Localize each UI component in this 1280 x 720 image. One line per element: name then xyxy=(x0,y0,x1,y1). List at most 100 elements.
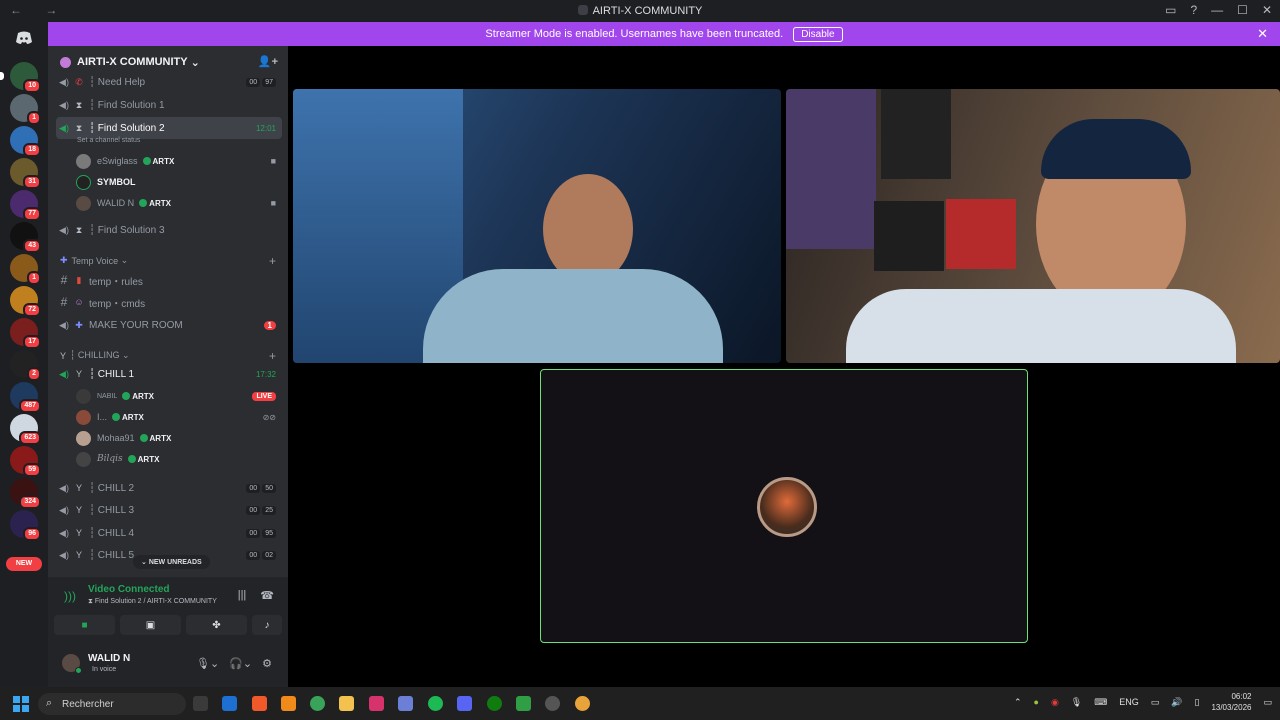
server-icon[interactable]: 1 xyxy=(10,94,41,125)
server-icon[interactable]: 487 xyxy=(10,382,41,413)
help-icon[interactable]: ? xyxy=(1190,3,1197,17)
server-icon[interactable]: 623 xyxy=(10,414,41,445)
channel-need-help[interactable]: ◀) ✆ ┆ Need Help 00 97 xyxy=(56,72,282,92)
discord-home-icon[interactable] xyxy=(10,26,38,50)
voice-user[interactable]: Mohaa91 ARTX xyxy=(76,428,282,448)
chrome-icon[interactable] xyxy=(310,696,325,711)
new-unreads-button[interactable]: ⌄ NEW UNREADS xyxy=(133,555,210,569)
cocktail-icon: Y xyxy=(75,550,82,560)
channel-temp-rules[interactable]: # ▮ temp・rules xyxy=(56,270,282,290)
voice-user[interactable]: SYMBOL xyxy=(76,172,282,192)
voice-user[interactable]: eSwiglass ARTX ■ xyxy=(76,151,282,171)
tray-app-icon[interactable]: ◉ xyxy=(1051,697,1059,708)
channel-name: ┆ CHILL 3 xyxy=(89,504,135,516)
channel-find-solution-1[interactable]: ◀) ⧗ ┆ Find Solution 1 xyxy=(56,95,282,115)
task-view-icon[interactable] xyxy=(193,696,208,711)
battery-icon[interactable]: ▯ xyxy=(1194,697,1199,708)
settings-icon[interactable]: ⚙ xyxy=(262,657,272,670)
user-name: Mohaa91 xyxy=(97,433,135,443)
invite-icon[interactable]: 👤+ xyxy=(258,55,278,68)
new-pill[interactable]: NEW xyxy=(6,557,42,571)
title-bar: ← → AIRTI-X COMMUNITY ▭ ? — ☐ ✕ xyxy=(0,0,1280,22)
server-icon[interactable]: 10 xyxy=(0,62,41,93)
add-channel-icon[interactable]: + xyxy=(269,349,276,363)
chevron-up-icon[interactable]: ⌃ xyxy=(1014,697,1022,708)
maximize-button[interactable]: ☐ xyxy=(1237,3,1248,17)
camera-button[interactable]: ■ xyxy=(54,615,115,635)
screen-share-button[interactable]: ▣ xyxy=(120,615,181,635)
store-icon[interactable] xyxy=(398,696,413,711)
video-tile[interactable] xyxy=(786,89,1280,363)
server-icon[interactable]: 77 xyxy=(10,190,41,221)
tray-app-icon[interactable]: ● xyxy=(1034,697,1039,707)
channel-chill-2[interactable]: ◀) Y ┆ CHILL 2 00 50 xyxy=(56,478,282,498)
category-temp-voice[interactable]: ✚ Temp Voice ⌄ + xyxy=(60,254,276,268)
volume-icon[interactable]: 🔊 xyxy=(1171,697,1182,708)
camera-icon: ■ xyxy=(270,198,276,208)
channel-find-solution-3[interactable]: ◀) ⧗ ┆ Find Solution 3 xyxy=(56,220,282,240)
voice-panel: ))) Video Connected ⧗ Find Solution 2 / … xyxy=(48,577,288,641)
voice-user[interactable]: Bilqis ARTX xyxy=(76,449,282,469)
category-chilling[interactable]: Y ┆ CHILLING ⌄ + xyxy=(60,349,276,363)
channel-chill-1[interactable]: ◀) Y ┆ CHILL 1 17:32 xyxy=(56,364,282,384)
instagram-icon[interactable] xyxy=(369,696,384,711)
voice-location[interactable]: ⧗ Find Solution 2 / AIRTI-X COMMUNITY xyxy=(88,598,217,606)
inbox-icon[interactable]: ▭ xyxy=(1165,3,1176,17)
video-tile[interactable] xyxy=(293,89,781,363)
headphones-icon[interactable]: 🎧⌄ xyxy=(229,657,252,670)
server-icon[interactable]: 17 xyxy=(10,318,41,349)
channel-find-solution-2[interactable]: ◀) ⧗ ┆ Find Solution 2 12:01 xyxy=(56,117,282,139)
shield-icon[interactable] xyxy=(222,696,237,711)
channel-make-your-room[interactable]: ◀) ✚ MAKE YOUR ROOM 1 xyxy=(56,315,282,335)
user-name[interactable]: WALID N xyxy=(88,653,130,664)
notification-icon[interactable]: ▭ xyxy=(1263,697,1272,708)
soundboard-button[interactable]: ♪ xyxy=(252,615,282,635)
microphone-icon[interactable]: 🎙⌄ xyxy=(196,657,219,670)
activities-button[interactable]: ✤ xyxy=(186,615,247,635)
voice-user[interactable]: WALID N ARTX ■ xyxy=(76,193,282,213)
folder-icon[interactable] xyxy=(339,696,354,711)
signal-icon[interactable]: ))) xyxy=(64,589,76,603)
voice-status[interactable]: Video Connected xyxy=(88,584,170,595)
disconnect-icon[interactable]: ☎ xyxy=(260,589,274,602)
voice-user[interactable]: NABIL ARTX LIVE xyxy=(76,386,282,406)
plus-icon: ✚ xyxy=(75,319,83,330)
mic-icon[interactable]: 🎙 xyxy=(1071,697,1082,708)
voice-user[interactable]: I... ARTX ⊘⊘ xyxy=(76,407,282,427)
media-player-icon[interactable] xyxy=(516,696,531,711)
chrome-profile-icon[interactable] xyxy=(575,696,590,711)
add-channel-icon[interactable]: + xyxy=(269,254,276,268)
keyboard-icon[interactable]: ⌨ xyxy=(1094,697,1107,708)
search-box[interactable]: ⌕ Rechercher xyxy=(38,693,186,715)
network-icon[interactable]: ▭ xyxy=(1151,697,1160,708)
discord-icon[interactable] xyxy=(457,696,472,711)
channel-status[interactable]: Set a channel status xyxy=(77,137,140,144)
server-icon[interactable]: 1 xyxy=(10,254,41,285)
windows-start-icon[interactable] xyxy=(13,696,29,712)
disable-button[interactable]: Disable xyxy=(793,26,843,42)
server-icon[interactable]: 324 xyxy=(10,478,41,509)
minimize-button[interactable]: — xyxy=(1211,3,1223,17)
close-banner-icon[interactable]: ✕ xyxy=(1257,26,1268,42)
clock[interactable]: 06:02 13/03/2026 xyxy=(1211,691,1251,713)
video-tile-camera-off[interactable] xyxy=(540,369,1028,643)
vlc-icon[interactable] xyxy=(281,696,296,711)
language-indicator[interactable]: ENG xyxy=(1119,697,1139,707)
server-icon[interactable]: 96 xyxy=(10,510,41,541)
channel-chill-4[interactable]: ◀) Y ┆ CHILL 4 00 95 xyxy=(56,523,282,543)
noise-suppression-icon[interactable]: ||| xyxy=(238,589,247,602)
spotify-icon[interactable] xyxy=(428,696,443,711)
server-icon[interactable]: 72 xyxy=(10,286,41,317)
server-icon[interactable]: 31 xyxy=(10,158,41,189)
close-button[interactable]: ✕ xyxy=(1262,3,1272,17)
server-icon[interactable]: 43 xyxy=(10,222,41,253)
xbox-icon[interactable] xyxy=(487,696,502,711)
server-icon[interactable]: 59 xyxy=(10,446,41,477)
channel-chill-3[interactable]: ◀) Y ┆ CHILL 3 00 25 xyxy=(56,500,282,520)
app-icon[interactable] xyxy=(545,696,560,711)
server-icon[interactable]: 2 xyxy=(10,350,41,381)
server-icon[interactable]: 18 xyxy=(10,126,41,157)
channel-name: ┆ Need Help xyxy=(89,76,146,88)
brave-icon[interactable] xyxy=(252,696,267,711)
channel-temp-cmds[interactable]: # ☺ temp・cmds xyxy=(56,292,282,312)
